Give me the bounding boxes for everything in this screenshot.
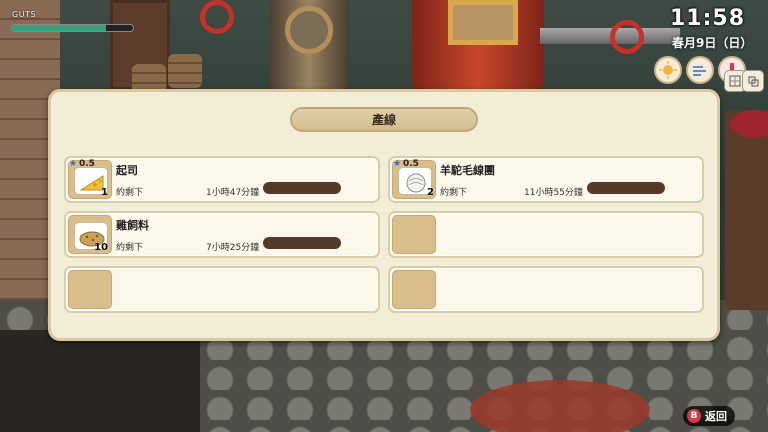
item-thumbnail: ★ 0.5 2 xyxy=(392,159,436,199)
clock-time: 11:58 xyxy=(670,6,746,31)
remaining-label: 約剩下 xyxy=(116,188,144,198)
empty-thumbnail xyxy=(392,270,436,309)
empty-slot[interactable] xyxy=(64,266,380,313)
empty-slot[interactable] xyxy=(388,211,704,258)
menu-icon[interactable] xyxy=(742,70,764,92)
item-name: 起司 xyxy=(116,164,138,177)
production-progress xyxy=(263,182,341,194)
guts-fill xyxy=(11,25,107,31)
guts-label: GUTS xyxy=(12,10,37,19)
item-thumbnail: 10 xyxy=(68,215,112,254)
floor-shadow xyxy=(0,330,200,432)
panel-title: 產線 xyxy=(290,107,478,132)
item-name: 雞飼料 xyxy=(116,219,149,232)
item-thumbnail: ★ 0.5 1 xyxy=(68,159,112,199)
item-quantity: 10 xyxy=(94,242,108,253)
red-rug xyxy=(470,380,650,432)
tank-porthole xyxy=(285,6,333,54)
back-label: 返回 xyxy=(705,410,727,423)
star-icon: ★ xyxy=(393,159,402,169)
calendar-date: 春月9日（日） xyxy=(672,36,753,50)
item-quantity: 2 xyxy=(427,187,434,198)
empty-slot[interactable] xyxy=(388,266,704,313)
remaining-time: 11小時55分鐘 xyxy=(524,188,583,198)
bonus-value: 0.5 xyxy=(403,159,419,169)
production-progress xyxy=(263,237,341,249)
sun-icon xyxy=(654,56,682,84)
production-slot[interactable]: ★ 0.5 1 起司 約剩下 1小時47分鐘 xyxy=(64,156,380,203)
remaining-time: 7小時25分鐘 xyxy=(206,243,260,253)
wind-icon xyxy=(686,56,714,84)
star-icon: ★ xyxy=(69,159,78,169)
item-quantity: 1 xyxy=(101,187,108,198)
production-slot[interactable]: 10 雞飼料 約剩下 7小時25分鐘 xyxy=(64,211,380,258)
stool xyxy=(725,110,768,310)
red-valve xyxy=(200,0,234,34)
empty-thumbnail xyxy=(68,270,112,309)
guts-bar xyxy=(10,24,134,32)
production-slot[interactable]: ★ 0.5 2 羊駝毛線團 約剩下 11小時55分鐘 xyxy=(388,156,704,203)
item-name: 羊駝毛線團 xyxy=(440,164,495,177)
red-valve xyxy=(610,20,644,54)
production-progress xyxy=(587,182,665,194)
empty-thumbnail xyxy=(392,215,436,254)
boiler-window xyxy=(448,0,518,45)
b-button-icon: B xyxy=(687,409,701,423)
bonus-value: 0.5 xyxy=(79,159,95,169)
remaining-time: 1小時47分鐘 xyxy=(206,188,260,198)
barrel xyxy=(168,54,202,88)
back-button[interactable]: B 返回 xyxy=(683,406,735,426)
remaining-label: 約剩下 xyxy=(440,188,468,198)
remaining-label: 約剩下 xyxy=(116,243,144,253)
